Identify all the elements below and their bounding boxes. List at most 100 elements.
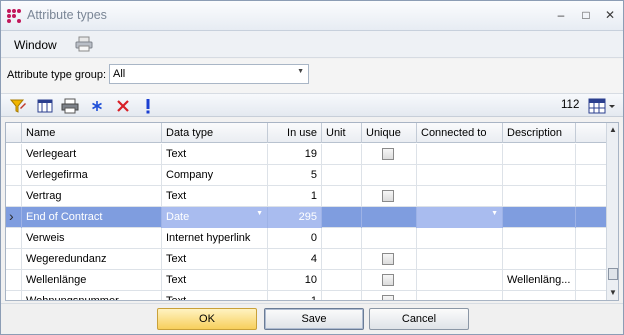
column-header-connected-to[interactable]: Connected to: [417, 123, 503, 143]
unique-checkbox[interactable]: [382, 148, 394, 160]
row-indicator[interactable]: ›: [6, 207, 22, 228]
scroll-up-icon[interactable]: ▲: [609, 125, 617, 134]
cell-unit[interactable]: [322, 144, 362, 165]
cell-connected[interactable]: [417, 291, 503, 300]
table-row[interactable]: Verlegeart Text 19: [6, 144, 606, 165]
vertical-scrollbar[interactable]: ▲ ▼: [606, 123, 618, 300]
cell-description[interactable]: [503, 207, 576, 228]
cell-description[interactable]: [503, 228, 576, 249]
cell-name[interactable]: Vertrag: [22, 186, 162, 207]
scroll-thumb[interactable]: [608, 268, 618, 280]
row-indicator[interactable]: [6, 228, 22, 249]
ok-button[interactable]: OK: [157, 308, 257, 330]
cell-unique[interactable]: [362, 186, 417, 207]
cell-unit[interactable]: [322, 249, 362, 270]
table-row[interactable]: Wegeredundanz Text 4: [6, 249, 606, 270]
cell-name[interactable]: End of Contract: [22, 207, 162, 228]
close-button[interactable]: ✕: [601, 7, 619, 23]
cell-description[interactable]: [503, 165, 576, 186]
unique-checkbox[interactable]: [382, 253, 394, 265]
attribute-type-group-select[interactable]: All ▼: [109, 64, 309, 84]
save-button[interactable]: Save: [264, 308, 364, 330]
table-row[interactable]: › End of Contract Date ▼ 295 ▼: [6, 207, 606, 228]
cell-description[interactable]: [503, 144, 576, 165]
row-indicator[interactable]: [6, 270, 22, 291]
cell-unique[interactable]: [362, 207, 417, 228]
cell-name[interactable]: Verlegefirma: [22, 165, 162, 186]
filter-edit-icon[interactable]: [9, 97, 27, 115]
cell-unit[interactable]: [322, 270, 362, 291]
minimize-button[interactable]: –: [552, 7, 570, 23]
column-header-in-use[interactable]: In use: [268, 123, 322, 143]
cell-type[interactable]: Text: [162, 270, 268, 291]
cell-in-use[interactable]: 19: [268, 144, 322, 165]
chevron-down-icon[interactable]: ▼: [491, 210, 498, 217]
table-row[interactable]: Wellenlänge Text 10 Wellenläng...: [6, 270, 606, 291]
cell-name[interactable]: Wohnungsnummer: [22, 291, 162, 300]
cell-type[interactable]: Internet hyperlink: [162, 228, 268, 249]
cell-connected[interactable]: [417, 270, 503, 291]
cell-unique[interactable]: [362, 249, 417, 270]
cancel-button[interactable]: Cancel: [369, 308, 469, 330]
cell-type[interactable]: Text: [162, 291, 268, 300]
cell-unique[interactable]: [362, 144, 417, 165]
cell-connected[interactable]: [417, 165, 503, 186]
cell-in-use[interactable]: 0: [268, 228, 322, 249]
unique-checkbox[interactable]: [382, 295, 394, 300]
row-indicator[interactable]: [6, 165, 22, 186]
cell-unit[interactable]: [322, 186, 362, 207]
print-icon[interactable]: [61, 97, 79, 115]
row-indicator[interactable]: [6, 144, 22, 165]
cell-type[interactable]: Text: [162, 249, 268, 270]
column-header-unit[interactable]: Unit: [322, 123, 362, 143]
cell-in-use[interactable]: 295: [268, 207, 322, 228]
cell-in-use[interactable]: 1: [268, 186, 322, 207]
cell-type[interactable]: Text: [162, 144, 268, 165]
cell-connected[interactable]: [417, 249, 503, 270]
column-header-data-type[interactable]: Data type: [162, 123, 268, 143]
cell-description[interactable]: [503, 186, 576, 207]
columns-icon[interactable]: [36, 97, 54, 115]
cell-type[interactable]: Text: [162, 186, 268, 207]
cell-in-use[interactable]: 4: [268, 249, 322, 270]
maximize-button[interactable]: □: [577, 7, 595, 23]
table-row[interactable]: Verweis Internet hyperlink 0: [6, 228, 606, 249]
cell-description[interactable]: [503, 291, 576, 300]
cell-unique[interactable]: [362, 291, 417, 300]
cell-unit[interactable]: [322, 228, 362, 249]
unique-checkbox[interactable]: [382, 190, 394, 202]
scroll-down-icon[interactable]: ▼: [609, 288, 617, 297]
cell-description[interactable]: Wellenläng...: [503, 270, 576, 291]
row-indicator[interactable]: [6, 186, 22, 207]
cell-name[interactable]: Verlegeart: [22, 144, 162, 165]
asterisk-icon[interactable]: [88, 97, 106, 115]
column-header-name[interactable]: Name: [22, 123, 162, 143]
cell-in-use[interactable]: 5: [268, 165, 322, 186]
cell-unique[interactable]: [362, 228, 417, 249]
printer-icon[interactable]: [75, 36, 93, 52]
cell-type[interactable]: Date ▼: [162, 207, 268, 228]
cell-name[interactable]: Wegeredundanz: [22, 249, 162, 270]
column-header-unique[interactable]: Unique: [362, 123, 417, 143]
unique-checkbox[interactable]: [382, 274, 394, 286]
cell-connected[interactable]: [417, 186, 503, 207]
chevron-down-icon[interactable]: ▼: [256, 210, 263, 217]
cell-connected[interactable]: [417, 144, 503, 165]
table-row[interactable]: Vertrag Text 1: [6, 186, 606, 207]
cell-unit[interactable]: [322, 291, 362, 300]
menu-window[interactable]: Window: [14, 38, 57, 52]
cell-unit[interactable]: [322, 165, 362, 186]
grid-options-icon[interactable]: [587, 97, 617, 115]
cell-unit[interactable]: [322, 207, 362, 228]
cell-type[interactable]: Company: [162, 165, 268, 186]
cell-connected[interactable]: [417, 228, 503, 249]
cell-name[interactable]: Verweis: [22, 228, 162, 249]
column-header-description[interactable]: Description: [503, 123, 576, 143]
table-row[interactable]: Verlegefirma Company 5: [6, 165, 606, 186]
cell-description[interactable]: [503, 249, 576, 270]
delete-icon[interactable]: [114, 97, 132, 115]
cell-unique[interactable]: [362, 270, 417, 291]
cell-in-use[interactable]: 10: [268, 270, 322, 291]
cell-name[interactable]: Wellenlänge: [22, 270, 162, 291]
exclamation-icon[interactable]: [139, 97, 157, 115]
